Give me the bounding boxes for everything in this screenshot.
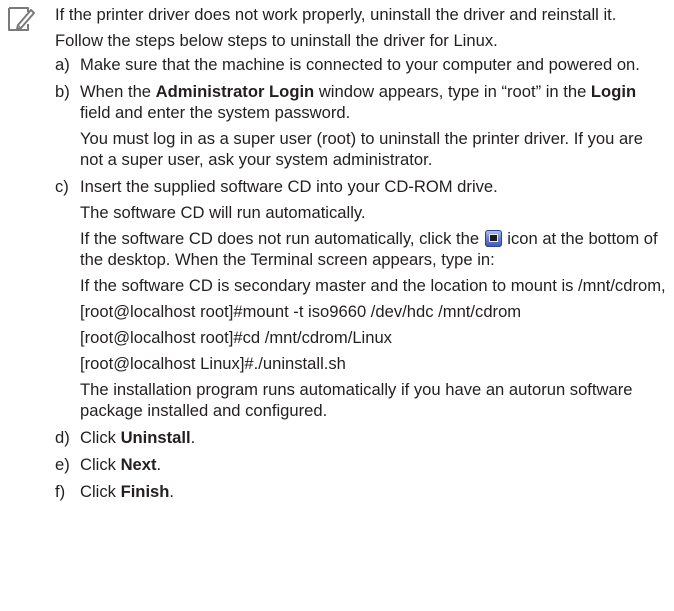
administrator-login-label: Administrator Login bbox=[155, 82, 315, 101]
step-c: c) Insert the supplied software CD into … bbox=[55, 176, 670, 421]
login-label: Login bbox=[590, 82, 637, 101]
finish-label: Finish bbox=[120, 482, 170, 501]
step-note: The software CD will run automatically. bbox=[80, 203, 366, 222]
step-marker: a) bbox=[55, 55, 70, 74]
uninstall-steps: a) Make sure that the machine is connect… bbox=[55, 54, 670, 502]
step-e: e) Click Next. bbox=[55, 455, 162, 474]
step-note-with-icon: If the software CD does not run automati… bbox=[80, 229, 658, 269]
next-label: Next bbox=[120, 455, 157, 474]
command-line: [root@localhost root]#mount -t iso9660 /… bbox=[80, 302, 522, 321]
step-note: If the software CD is secondary master a… bbox=[80, 276, 666, 295]
pencil-note-icon bbox=[8, 7, 35, 31]
step-marker: b) bbox=[55, 82, 70, 101]
uninstall-label: Uninstall bbox=[120, 428, 191, 447]
command-line: [root@localhost root]#cd /mnt/cdrom/Linu… bbox=[80, 328, 392, 347]
step-marker: c) bbox=[55, 177, 69, 196]
step-marker: e) bbox=[55, 455, 70, 474]
terminal-icon bbox=[484, 230, 502, 247]
intro-text: If the printer driver does not work prop… bbox=[55, 5, 617, 24]
step-b: b) When the Administrator Login window a… bbox=[55, 81, 670, 170]
step-note: You must log in as a super user (root) t… bbox=[80, 129, 643, 169]
note-content: If the printer driver does not work prop… bbox=[55, 4, 670, 502]
step-text: Make sure that the machine is connected … bbox=[80, 55, 640, 74]
step-text: Insert the supplied software CD into you… bbox=[80, 177, 498, 196]
command-line: [root@localhost Linux]#./uninstall.sh bbox=[80, 354, 346, 373]
step-marker: d) bbox=[55, 428, 70, 447]
step-a: a) Make sure that the machine is connect… bbox=[55, 54, 670, 75]
step-note: The installation program runs automatica… bbox=[80, 380, 633, 420]
step-f: f) Click Finish. bbox=[55, 482, 175, 501]
step-d: d) Click Uninstall. bbox=[55, 428, 196, 447]
step-text: When the Administrator Login window appe… bbox=[80, 82, 637, 122]
step-marker: f) bbox=[55, 482, 66, 501]
intro-followup: Follow the steps below steps to uninstal… bbox=[55, 31, 498, 50]
